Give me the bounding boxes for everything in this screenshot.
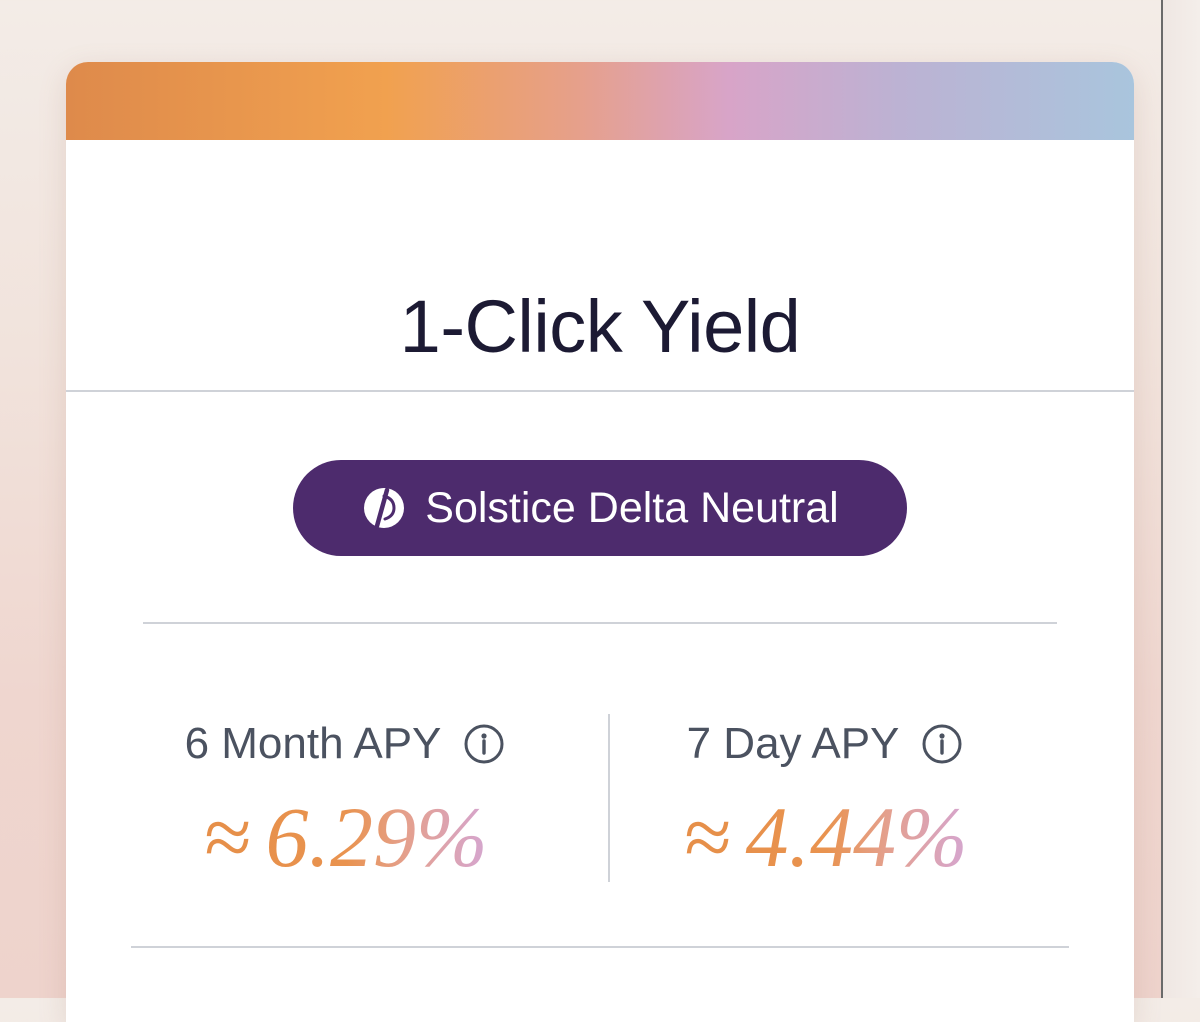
seven-day-apy-value: ≈4.44% <box>606 794 1046 880</box>
six-month-apy-label: 6 Month APY <box>184 719 442 768</box>
info-icon[interactable] <box>461 721 507 767</box>
gradient-header-band <box>66 62 1134 140</box>
six-month-apy: 6 Month APY ≈6.29% <box>126 714 566 880</box>
seven-day-apy-label: 7 Day APY <box>686 719 900 768</box>
yield-card: 1-Click Yield Solstice Delta Neutral 6 M… <box>66 62 1134 1022</box>
six-month-apy-header: 6 Month APY <box>126 714 566 774</box>
six-month-apy-number: 6.29% <box>265 789 488 885</box>
title-divider <box>66 390 1134 392</box>
strategy-badge[interactable]: Solstice Delta Neutral <box>293 460 907 556</box>
strategy-label: Solstice Delta Neutral <box>425 483 839 532</box>
card-title: 1-Click Yield <box>399 285 801 368</box>
page-edge <box>1161 0 1200 998</box>
solstice-logo-icon <box>364 487 405 529</box>
section-divider <box>143 622 1057 624</box>
bottom-divider <box>131 946 1069 948</box>
seven-day-apy-number: 4.44% <box>745 789 968 885</box>
info-icon[interactable] <box>919 721 965 767</box>
seven-day-apy-header: 7 Day APY <box>606 714 1046 774</box>
approx-symbol: ≈ <box>204 789 252 885</box>
seven-day-apy: 7 Day APY ≈4.44% <box>606 714 1046 880</box>
approx-symbol: ≈ <box>684 789 732 885</box>
six-month-apy-value: ≈6.29% <box>126 794 566 880</box>
